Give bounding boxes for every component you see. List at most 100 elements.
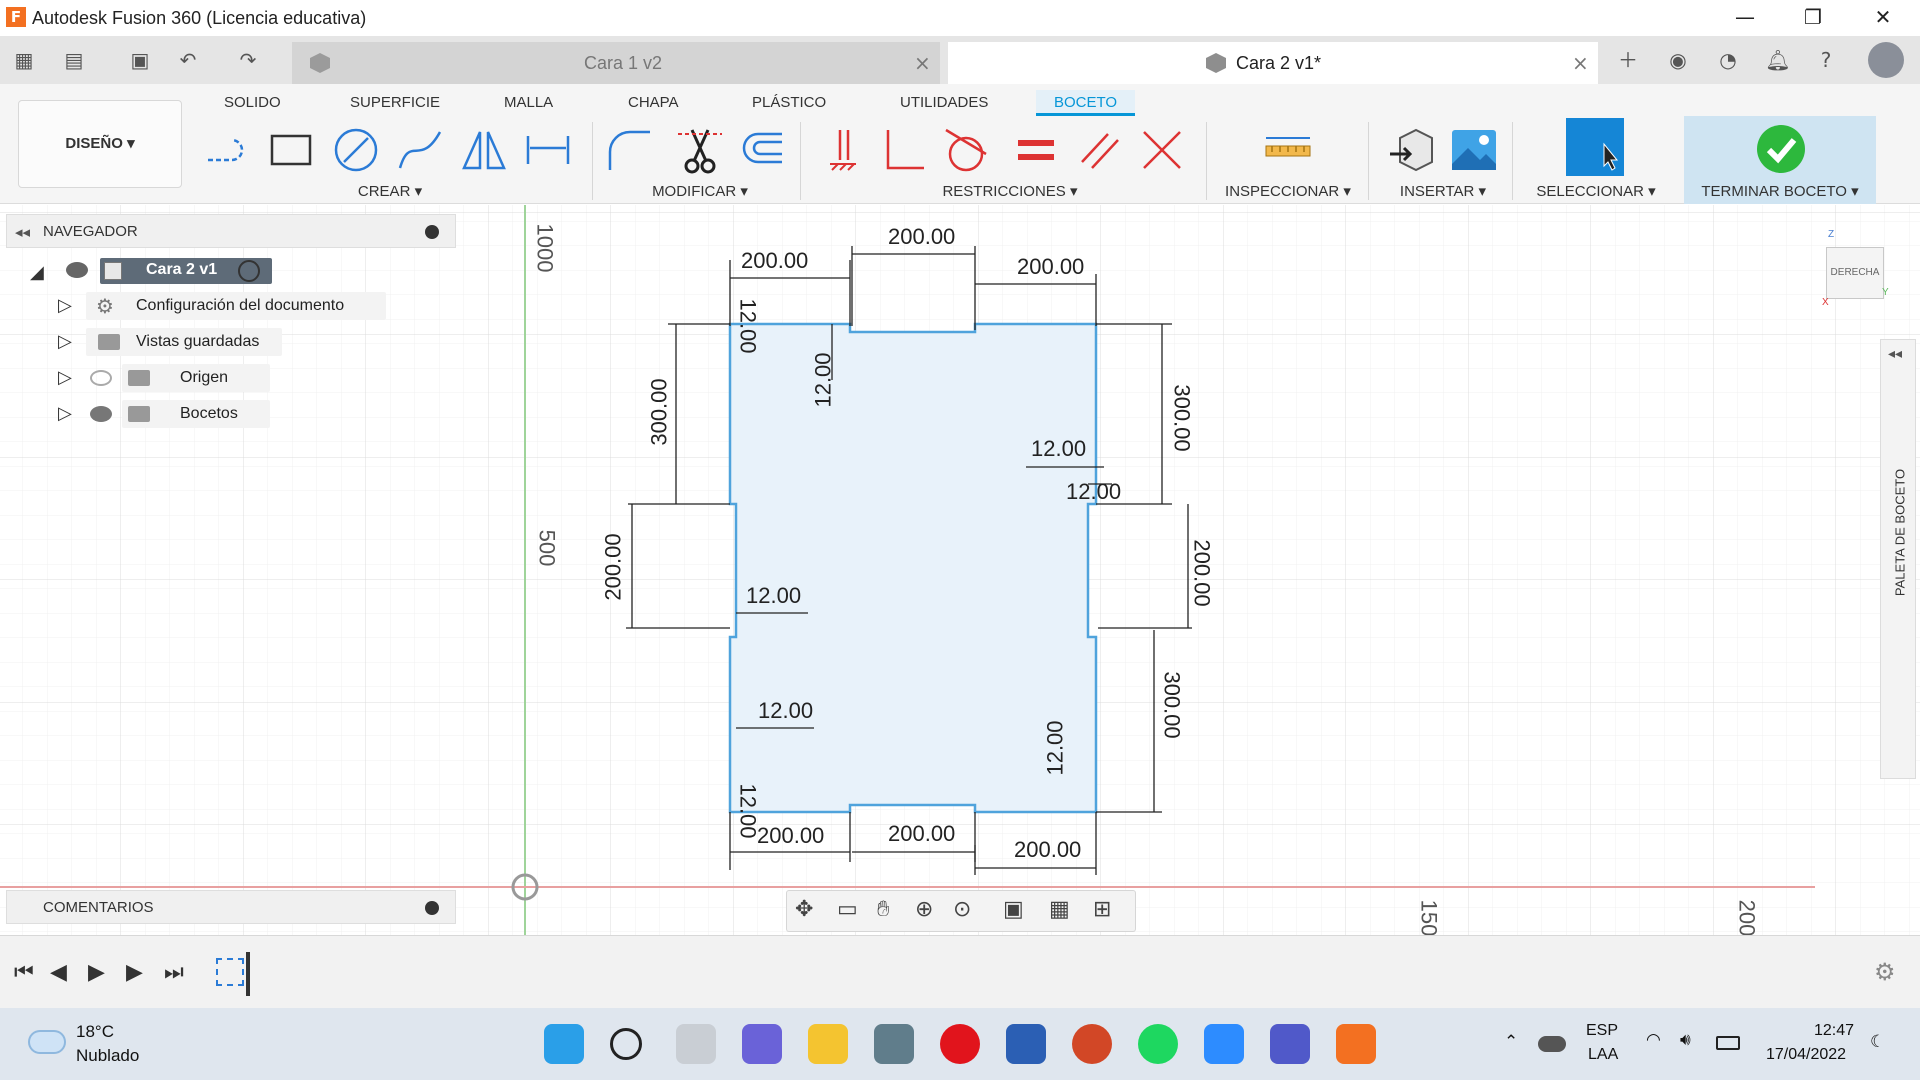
tree-item-configuracion[interactable]: ▷ Configuración del documento ⚙ [58, 292, 398, 322]
expand-triangle-icon[interactable]: ▷ [58, 295, 72, 316]
dimension-top-left[interactable]: 200.00 [741, 248, 808, 274]
expand-triangle-icon[interactable]: ◢ [30, 262, 44, 283]
clock-date[interactable]: 17/04/2022 [1766, 1046, 1846, 1064]
comments-panel[interactable]: COMENTARIOS [6, 890, 456, 924]
viewcube[interactable]: DERECHA [1826, 247, 1884, 299]
timeline-next-icon[interactable]: ▶︎ [126, 960, 143, 985]
line-tool-icon[interactable] [202, 124, 254, 176]
fix-constraint-icon[interactable] [816, 124, 868, 176]
navigator-header[interactable]: ◂◂ NAVEGADOR [6, 214, 456, 248]
spotify-icon[interactable] [1138, 1024, 1178, 1064]
language-code[interactable]: ESP [1586, 1022, 1618, 1040]
timeline-settings-gear-icon[interactable]: ⚙ [1874, 958, 1896, 986]
dimension-thickness-left-2[interactable]: 12.00 [758, 698, 813, 724]
job-status-icon[interactable]: ◔ [1712, 44, 1744, 76]
dimension-thickness-left-1[interactable]: 12.00 [746, 583, 801, 609]
parallel-constraint-icon[interactable] [1074, 124, 1126, 176]
tree-item-origen[interactable]: ▷ Origen [58, 364, 318, 394]
tangent-constraint-icon[interactable] [940, 124, 992, 176]
chat-icon[interactable] [742, 1024, 782, 1064]
notifications-bell-icon[interactable]: 🔔︎ [1762, 44, 1794, 76]
file-explorer-icon[interactable] [808, 1024, 848, 1064]
visibility-eye-icon[interactable] [66, 262, 88, 278]
tab-solido[interactable]: SOLIDO [224, 90, 281, 116]
tree-item-bocetos[interactable]: ▷ Bocetos [58, 400, 318, 430]
new-tab-plus-icon[interactable]: ＋ [1612, 44, 1644, 76]
tab-plastico[interactable]: PLÁSTICO [752, 90, 826, 116]
dimension-thickness-right-lower[interactable]: 12.00 [1043, 720, 1069, 775]
mirror-tool-icon[interactable] [458, 124, 510, 176]
workspace-dropdown[interactable]: DISEÑO ▾ [18, 100, 182, 188]
dimension-thickness-bottom-left[interactable]: 12.00 [735, 783, 761, 838]
dimension-bottom-left[interactable]: 200.00 [757, 823, 824, 849]
display-settings-icon[interactable]: ▣ [1003, 897, 1024, 922]
keyboard-layout[interactable]: LAA [1588, 1046, 1618, 1064]
offset-tool-icon[interactable] [736, 124, 788, 176]
dimension-tool-icon[interactable] [522, 124, 574, 176]
timeline-last-icon[interactable]: ⏭ [164, 960, 184, 985]
pan-hand-icon[interactable]: ✋︎ [877, 897, 890, 922]
collapse-navigator-icon[interactable]: ◂◂ [15, 223, 30, 241]
close-button[interactable]: ✕ [1854, 0, 1912, 36]
select-tool-icon[interactable] [1566, 118, 1624, 176]
dimension-bottom-right[interactable]: 200.00 [1014, 837, 1081, 863]
maximize-button[interactable]: ❐ [1784, 0, 1842, 36]
redo-icon[interactable]: ↷ [232, 44, 264, 76]
insert-image-icon[interactable] [1448, 124, 1500, 176]
fit-window-icon[interactable]: ⊙ [953, 897, 971, 922]
grid-settings-icon[interactable]: ▦ [1049, 897, 1070, 922]
dimension-thickness-top-left[interactable]: 12.00 [735, 298, 761, 353]
tab-chapa[interactable]: CHAPA [628, 90, 679, 116]
activate-radio-icon[interactable] [238, 260, 260, 282]
tree-item-vistas[interactable]: ▷ Vistas guardadas [58, 328, 318, 358]
save-icon[interactable]: ▣ [124, 44, 156, 76]
group-insertar[interactable]: INSERTAR ▾ [1388, 182, 1498, 200]
minimize-button[interactable]: — [1716, 0, 1774, 36]
orbit-icon[interactable]: ✥ [795, 897, 813, 922]
circle-tool-icon[interactable] [330, 124, 382, 176]
task-view-icon[interactable] [676, 1024, 716, 1064]
group-terminar-boceto[interactable]: TERMINAR BOCETO ▾ [1688, 182, 1872, 200]
help-icon[interactable]: ? [1810, 44, 1842, 76]
dimension-top-right[interactable]: 200.00 [1017, 254, 1084, 280]
battery-icon[interactable] [1716, 1036, 1740, 1050]
measure-ruler-icon[interactable] [1262, 124, 1314, 176]
weather-cloud-icon[interactable] [28, 1030, 66, 1054]
dimension-thickness-top-notch[interactable]: 12.00 [811, 352, 837, 407]
start-windows-icon[interactable] [544, 1024, 584, 1064]
look-at-icon[interactable]: ▭ [837, 897, 858, 922]
equal-constraint-icon[interactable] [1010, 124, 1062, 176]
tab-cara-2[interactable]: Cara 2 v1* × [948, 42, 1598, 84]
hidden-eye-icon[interactable] [90, 370, 112, 386]
timeline-marker[interactable] [246, 952, 250, 996]
calculator-icon[interactable] [874, 1024, 914, 1064]
insert-derive-icon[interactable] [1386, 124, 1438, 176]
undo-icon[interactable]: ↶ [172, 44, 204, 76]
trim-scissors-icon[interactable] [674, 124, 726, 176]
viewports-icon[interactable]: ⊞ [1093, 897, 1111, 922]
timeline-play-icon[interactable]: ▶︎ [88, 960, 105, 985]
group-crear[interactable]: CREAR ▾ [330, 182, 450, 200]
user-avatar[interactable] [1868, 42, 1904, 78]
extensions-icon[interactable]: ◉ [1662, 44, 1694, 76]
tab-malla[interactable]: MALLA [504, 90, 553, 116]
dimension-left-middle[interactable]: 200.00 [601, 533, 627, 600]
tab-close-icon[interactable]: × [1572, 42, 1589, 84]
group-modificar[interactable]: MODIFICAR ▾ [630, 182, 770, 200]
expand-triangle-icon[interactable]: ▷ [58, 403, 72, 424]
timeline-first-icon[interactable]: ⏮ [14, 960, 34, 985]
tree-root-row[interactable]: ◢ Cara 2 v1 [30, 258, 290, 288]
tab-cara-1[interactable]: Cara 1 v2 × [292, 42, 940, 84]
dimension-bottom-center[interactable]: 200.00 [888, 821, 955, 847]
onedrive-cloud-icon[interactable] [1538, 1036, 1566, 1052]
weather-temperature[interactable]: 18°C [76, 1022, 114, 1042]
dimension-thickness-right-2[interactable]: 12.00 [1066, 479, 1121, 505]
word-icon[interactable] [1006, 1024, 1046, 1064]
tab-superficie[interactable]: SUPERFICIE [350, 90, 440, 116]
fusion360-taskbar-icon[interactable] [1336, 1024, 1376, 1064]
rectangle-tool-icon[interactable] [266, 124, 318, 176]
spline-tool-icon[interactable] [394, 124, 446, 176]
visibility-eye-icon[interactable] [90, 406, 112, 422]
dimension-left-upper[interactable]: 300.00 [647, 378, 673, 445]
group-restricciones[interactable]: RESTRICCIONES ▾ [920, 182, 1100, 200]
